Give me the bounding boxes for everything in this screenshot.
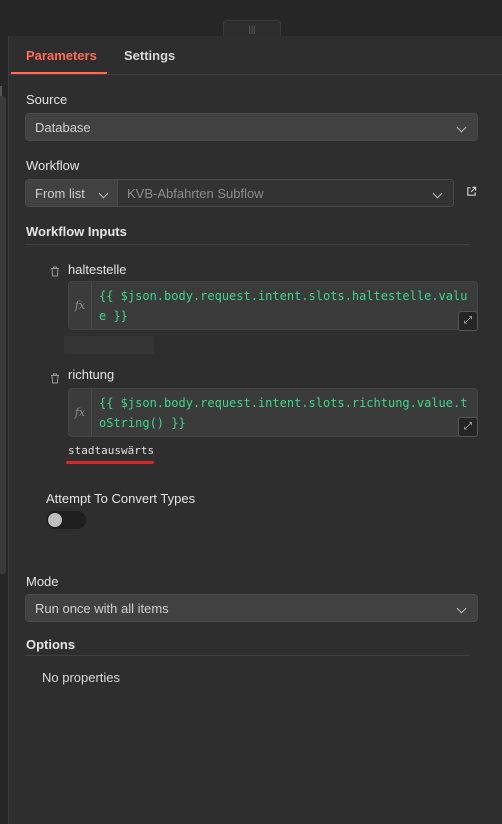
fx-icon: fx [69, 282, 92, 329]
expression-result-preview [64, 336, 154, 354]
mode-label: Mode [26, 574, 59, 589]
mode-select[interactable]: Run once with all items [25, 594, 478, 622]
source-select[interactable]: Database [25, 113, 478, 141]
options-label: Options [26, 637, 76, 652]
workflow-value: KVB-Abfahrten Subflow [127, 186, 264, 201]
source-label: Source [26, 92, 68, 107]
workflow-inputs-label: Workflow Inputs [26, 224, 127, 239]
red-underline-annotation [66, 461, 154, 464]
trash-icon[interactable] [50, 373, 60, 384]
expression-code: {{ $json.body.request.intent.slots.halte… [99, 289, 468, 323]
divider [25, 244, 470, 245]
convert-types-label: Attempt To Convert Types [46, 491, 196, 506]
workflow-mode-select[interactable]: From list [25, 179, 118, 207]
input-name: haltestelle [68, 262, 127, 277]
left-pane-edge [0, 36, 8, 824]
fx-icon: fx [69, 389, 92, 436]
divider [25, 655, 470, 656]
expression-field-haltestelle[interactable]: fx {{ $json.body.request.intent.slots.ha… [68, 281, 478, 330]
chevron-down-icon [456, 603, 467, 614]
left-pane-scrollbar[interactable] [0, 96, 6, 574]
expression-field-richtung[interactable]: fx {{ $json.body.request.intent.slots.ri… [68, 388, 478, 437]
tab-settings[interactable]: Settings [124, 48, 175, 63]
expression-result-preview: stadtauswärts [68, 444, 155, 457]
convert-types-toggle[interactable] [46, 511, 86, 529]
active-tab-indicator [11, 72, 107, 74]
trash-icon[interactable] [50, 266, 60, 277]
open-expression-editor-button[interactable]: ⤢ [458, 417, 478, 437]
toggle-knob [48, 513, 62, 527]
source-value: Database [35, 120, 91, 135]
chevron-down-icon [98, 188, 109, 199]
workflow-label: Workflow [26, 158, 80, 173]
workflow-mode-value: From list [35, 186, 85, 201]
mode-value: Run once with all items [35, 601, 169, 616]
chevron-down-icon [456, 122, 467, 133]
chevron-down-icon [432, 188, 443, 199]
expression-code: {{ $json.body.request.intent.slots.richt… [99, 396, 468, 430]
external-link-icon[interactable] [466, 186, 477, 197]
workflow-select[interactable]: KVB-Abfahrten Subflow [117, 179, 454, 207]
panel-drag-handle[interactable]: ||| [223, 20, 281, 37]
no-properties-text: No properties [42, 670, 121, 685]
open-expression-editor-button[interactable]: ⤢ [458, 311, 478, 331]
tab-parameters[interactable]: Parameters [26, 48, 97, 63]
input-name: richtung [68, 367, 115, 382]
node-parameters-panel: Parameters Settings Source Database Work… [8, 36, 502, 824]
tab-bar: Parameters Settings [9, 36, 502, 75]
